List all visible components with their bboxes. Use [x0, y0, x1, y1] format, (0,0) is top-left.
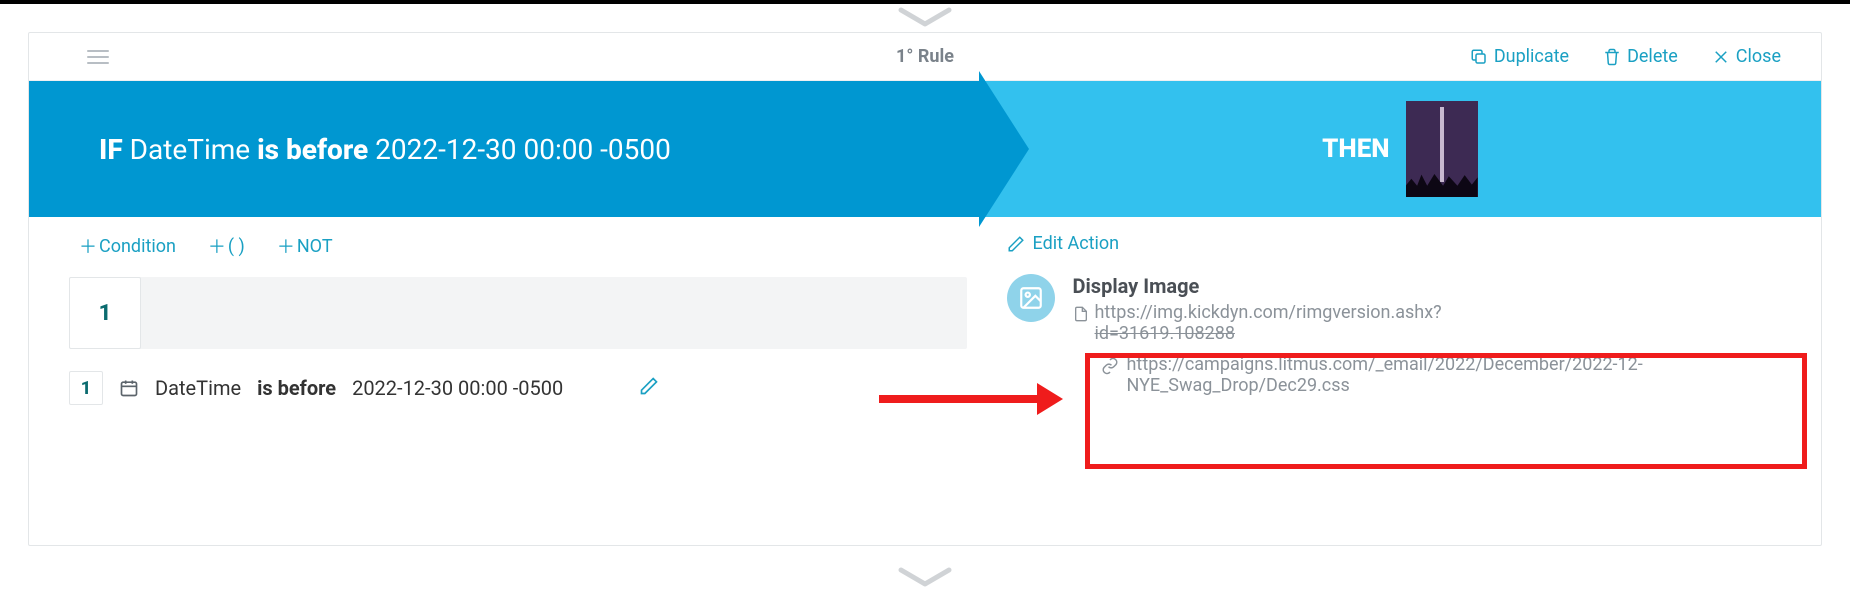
conditions-column: ＋Condition ＋( ) ＋NOT 1 1 DateTime is bef…	[69, 233, 967, 545]
if-value: 2022-12-30 00:00 -0500	[375, 133, 671, 166]
action-image-url-row: https://img.kickdyn.com/rimgversion.ashx…	[1073, 302, 1795, 323]
edit-action-button[interactable]: Edit Action	[1007, 233, 1795, 254]
then-action-banner[interactable]: THEN	[979, 81, 1821, 217]
condition-value: 2022-12-30 00:00 -0500	[352, 376, 563, 400]
pencil-icon	[639, 376, 659, 396]
add-group-button[interactable]: ＋( )	[208, 233, 245, 259]
drag-handle-icon[interactable]	[87, 50, 109, 64]
if-condition-banner[interactable]: IF DateTime is before 2022-12-30 00:00 -…	[29, 81, 979, 217]
condition-drop-stage[interactable]: 1	[69, 277, 967, 349]
condition-field: DateTime	[155, 376, 241, 400]
actions-column: Edit Action Display Image https://img.ki…	[1007, 233, 1795, 545]
then-keyword: THEN	[1322, 134, 1389, 164]
delete-button[interactable]: Delete	[1603, 46, 1678, 67]
image-action-icon	[1007, 274, 1055, 322]
action-preview-image	[1406, 101, 1478, 197]
rule-panel: 1° Rule Duplicate Delete Close IF DateTi…	[28, 32, 1822, 546]
condition-group-badge[interactable]: 1	[69, 277, 141, 349]
close-button[interactable]: Close	[1712, 46, 1781, 67]
rule-banner: IF DateTime is before 2022-12-30 00:00 -…	[29, 81, 1821, 217]
page-icon	[1073, 305, 1089, 323]
action-title: Display Image	[1073, 274, 1795, 298]
if-keyword: IF	[99, 133, 123, 166]
duplicate-button[interactable]: Duplicate	[1470, 46, 1569, 67]
trash-icon	[1603, 48, 1621, 66]
if-operator: is before	[257, 133, 368, 166]
panel-header: 1° Rule Duplicate Delete Close	[29, 33, 1821, 81]
action-link-row: https://campaigns.litmus.com/_email/2022…	[1073, 354, 1795, 396]
duplicate-icon	[1470, 48, 1488, 66]
if-field: DateTime	[130, 133, 251, 166]
condition-index-badge[interactable]: 1	[69, 371, 103, 405]
action-link-url: https://campaigns.litmus.com/_email/2022…	[1127, 354, 1687, 396]
close-icon	[1712, 48, 1730, 66]
add-condition-button[interactable]: ＋Condition	[79, 233, 176, 259]
collapse-down-chevron[interactable]	[895, 566, 955, 592]
link-icon	[1101, 357, 1119, 375]
collapse-up-chevron[interactable]	[895, 6, 955, 32]
add-not-button[interactable]: ＋NOT	[277, 233, 333, 259]
edit-condition-button[interactable]	[639, 376, 659, 401]
condition-operator: is before	[257, 376, 336, 400]
action-image-url: https://img.kickdyn.com/rimgversion.ashx…	[1095, 302, 1442, 323]
condition-row: 1 DateTime is before 2022-12-30 00:00 -0…	[69, 371, 967, 405]
action-image-id: id=31619.108288	[1095, 323, 1795, 344]
calendar-icon	[119, 378, 139, 398]
pencil-icon	[1007, 235, 1025, 253]
